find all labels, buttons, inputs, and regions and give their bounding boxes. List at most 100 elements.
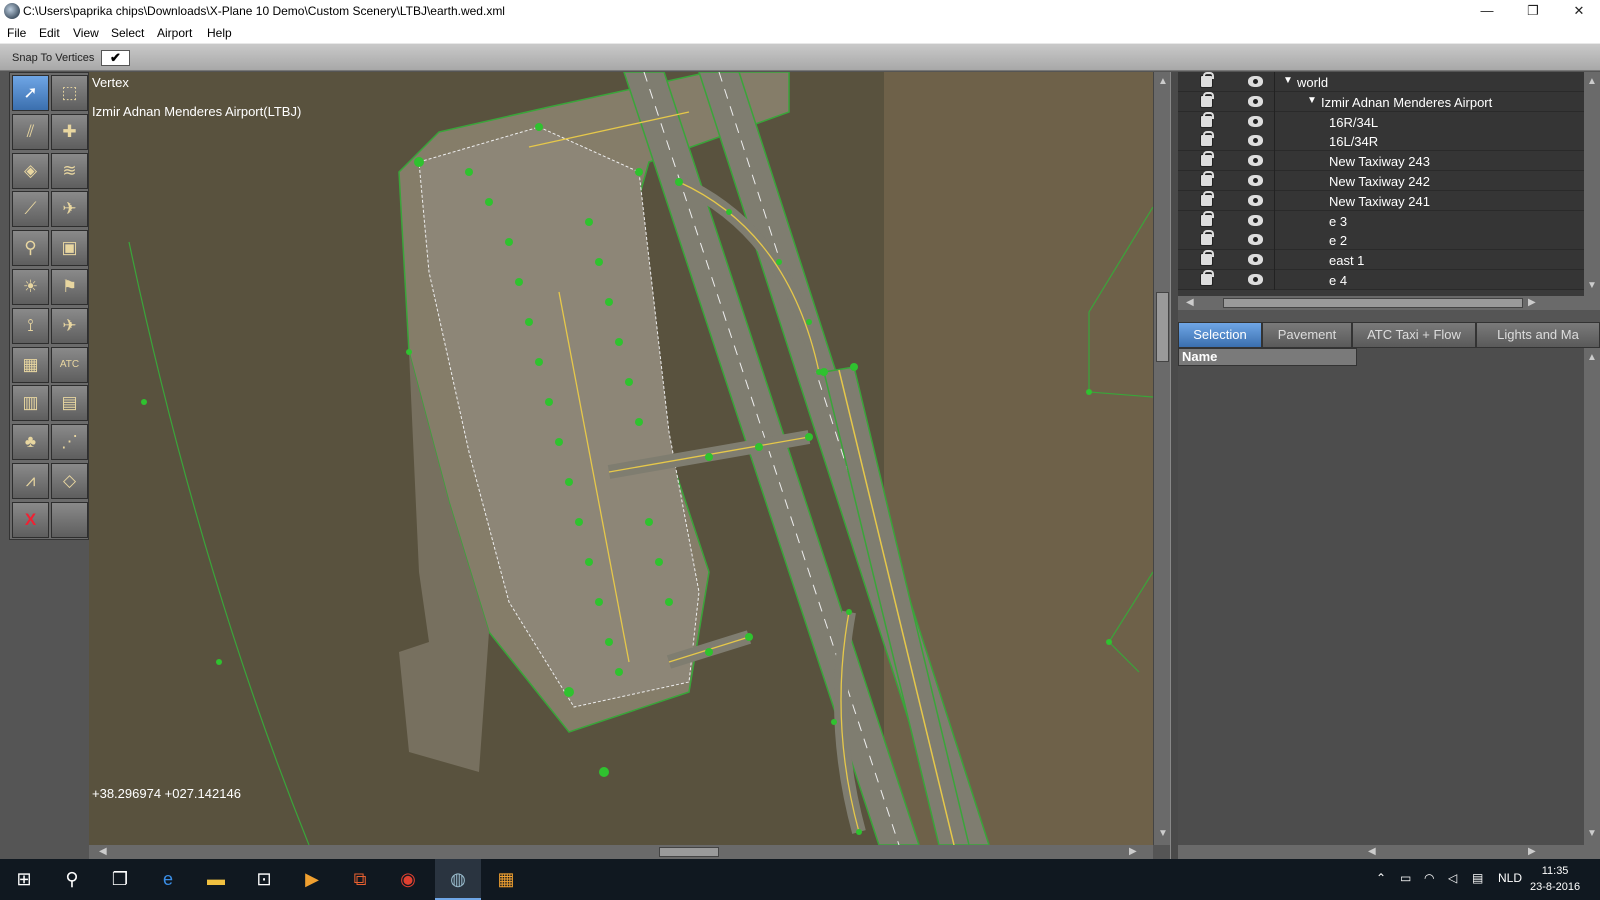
visibility-eye-icon[interactable] [1248,254,1263,266]
runway-tool[interactable]: ⫽ [12,113,49,150]
menu-select[interactable]: Select [111,26,144,40]
minimize-button[interactable]: — [1464,0,1510,23]
scroll-left-arrow-icon[interactable]: ◀ [99,846,107,857]
search-icon[interactable]: ⚲ [59,866,85,892]
props-scroll-up-icon[interactable]: ▲ [1587,352,1597,363]
tree-horizontal-scrollbar[interactable]: ◀ ▶ [1178,296,1600,310]
tree-row[interactable]: e 3 [1178,210,1584,231]
empty-tool[interactable] [51,501,88,538]
menu-file[interactable]: File [7,26,26,40]
tab-atc-taxi-flow[interactable]: ATC Taxi + Flow [1352,322,1476,348]
tree-row[interactable]: e 4 [1178,270,1584,290]
snap-to-vertices-checkbox[interactable]: ✔ [101,50,130,66]
store-icon[interactable]: ⊡ [251,866,277,892]
map-horizontal-scrollbar[interactable]: ◀ ▶ [89,845,1153,859]
tree-row[interactable]: ▼ world [1178,72,1584,92]
tree-row[interactable]: New Taxiway 242 [1178,171,1584,191]
close-button[interactable]: ✕ [1556,0,1600,23]
tree-row[interactable]: east 1 [1178,250,1584,271]
tree-tool[interactable]: ♣ [12,424,49,461]
menu-airport[interactable]: Airport [157,26,192,40]
tree-name-cell[interactable]: e 4 [1274,270,1566,290]
scroll-right-arrow-icon[interactable]: ▶ [1129,846,1137,857]
boundary-tool[interactable]: ⟋ [12,191,49,228]
facade-tool[interactable]: ▥ [12,385,49,422]
edge-browser-icon[interactable]: e [155,866,181,892]
string-tool[interactable]: ⩘ [12,463,49,499]
properties-horizontal-scrollbar[interactable]: ◀ ▶ [1178,845,1600,859]
taxiline-tool[interactable]: ≋ [51,152,88,189]
tree-hscroll-thumb[interactable] [1223,298,1523,308]
visibility-eye-icon[interactable] [1248,274,1263,285]
lock-icon[interactable] [1200,250,1214,267]
marquee-tool[interactable]: ⬚ [51,75,88,111]
windows-start-icon[interactable]: ⊞ [11,866,37,892]
lock-icon[interactable] [1200,91,1214,108]
vertex-tool[interactable]: ➚ [12,75,49,111]
action-center-icon[interactable]: ▤ [1472,871,1483,885]
wifi-icon[interactable]: ◠ [1424,871,1434,885]
scroll-down-arrow-icon[interactable]: ▼ [1158,828,1168,839]
tab-selection[interactable]: Selection [1178,322,1262,348]
tree-name-cell[interactable]: ▼ Izmir Adnan Menderes Airport [1274,91,1566,112]
visibility-eye-icon[interactable] [1248,95,1263,107]
photo-app-icon[interactable]: ⧉ [347,866,373,892]
visibility-eye-icon[interactable] [1248,76,1263,87]
lock-icon[interactable] [1200,230,1214,247]
atc-tool[interactable]: ATC [51,346,88,383]
map-hscroll-thumb[interactable] [659,847,719,857]
wed-taskbar-icon[interactable]: ◍ [445,866,471,892]
tree-name-cell[interactable]: New Taxiway 242 [1274,171,1566,191]
lock-icon[interactable] [1200,72,1214,88]
tree-row[interactable]: New Taxiway 243 [1178,151,1584,172]
props-scroll-down-icon[interactable]: ▼ [1587,828,1597,839]
visibility-eye-icon[interactable] [1248,135,1263,147]
lock-icon[interactable] [1200,131,1214,148]
airplane-tool[interactable]: ✈ [51,307,88,344]
tree-scroll-left-icon[interactable]: ◀ [1186,297,1194,308]
menu-edit[interactable]: Edit [39,26,60,40]
helipad-tool[interactable]: ✚ [51,113,88,150]
props-scroll-left-icon[interactable]: ◀ [1368,846,1376,857]
media-player-icon[interactable]: ▶ [299,866,325,892]
installer-icon[interactable]: ▦ [493,866,519,892]
tree-name-cell[interactable]: e 3 [1274,210,1566,231]
tree-name-cell[interactable]: New Taxiway 241 [1274,190,1566,211]
properties-vertical-scrollbar[interactable]: ▲ ▼ [1584,348,1600,845]
visibility-eye-icon[interactable] [1248,214,1263,226]
map-vertical-scrollbar[interactable]: ▲ ▼ [1153,72,1170,845]
lock-icon[interactable] [1200,171,1214,187]
tree-scroll-up-icon[interactable]: ▲ [1587,76,1597,87]
tower-viewpoint-tool[interactable]: ⚲ [12,230,49,267]
file-explorer-icon[interactable]: ▬ [203,866,229,892]
visibility-eye-icon[interactable] [1248,115,1263,127]
visibility-eye-icon[interactable] [1248,194,1263,206]
lock-icon[interactable] [1200,270,1214,286]
lock-icon[interactable] [1200,151,1214,168]
tree-row[interactable]: e 2 [1178,230,1584,251]
expand-triangle-icon[interactable]: ▼ [1283,75,1293,86]
delete-tool[interactable]: X [12,501,49,538]
sign-tool[interactable]: ▣ [51,230,88,267]
menu-view[interactable]: View [73,26,99,40]
light-fixture-tool[interactable]: ⟟ [12,307,49,344]
scroll-up-arrow-icon[interactable]: ▲ [1158,76,1168,87]
beacon-tool[interactable]: ☀ [12,269,49,305]
tree-row[interactable]: 16R/34L [1178,111,1584,132]
visibility-eye-icon[interactable] [1248,234,1263,246]
tree-row[interactable]: 16L/34R [1178,131,1584,152]
language-indicator[interactable]: NLD [1498,871,1522,885]
line-tool[interactable]: ⋰ [51,424,88,461]
tree-name-cell[interactable]: e 2 [1274,230,1566,251]
tray-overflow-icon[interactable]: ⌃ [1376,871,1386,885]
tree-name-cell[interactable]: ▼ world [1274,72,1566,92]
tree-vertical-scrollbar[interactable]: ▲ ▼ [1584,72,1600,296]
visibility-eye-icon[interactable] [1248,155,1263,167]
forest-tool[interactable]: ▤ [51,385,88,422]
taskbar-clock[interactable]: 11:35 23-8-2016 [1530,863,1580,895]
expand-triangle-icon[interactable]: ▼ [1307,95,1317,106]
ramp-start-tool[interactable]: ✈ [51,191,88,228]
tree-scroll-down-icon[interactable]: ▼ [1587,280,1597,291]
chrome-icon[interactable]: ◉ [395,866,421,892]
lock-icon[interactable] [1200,111,1214,128]
